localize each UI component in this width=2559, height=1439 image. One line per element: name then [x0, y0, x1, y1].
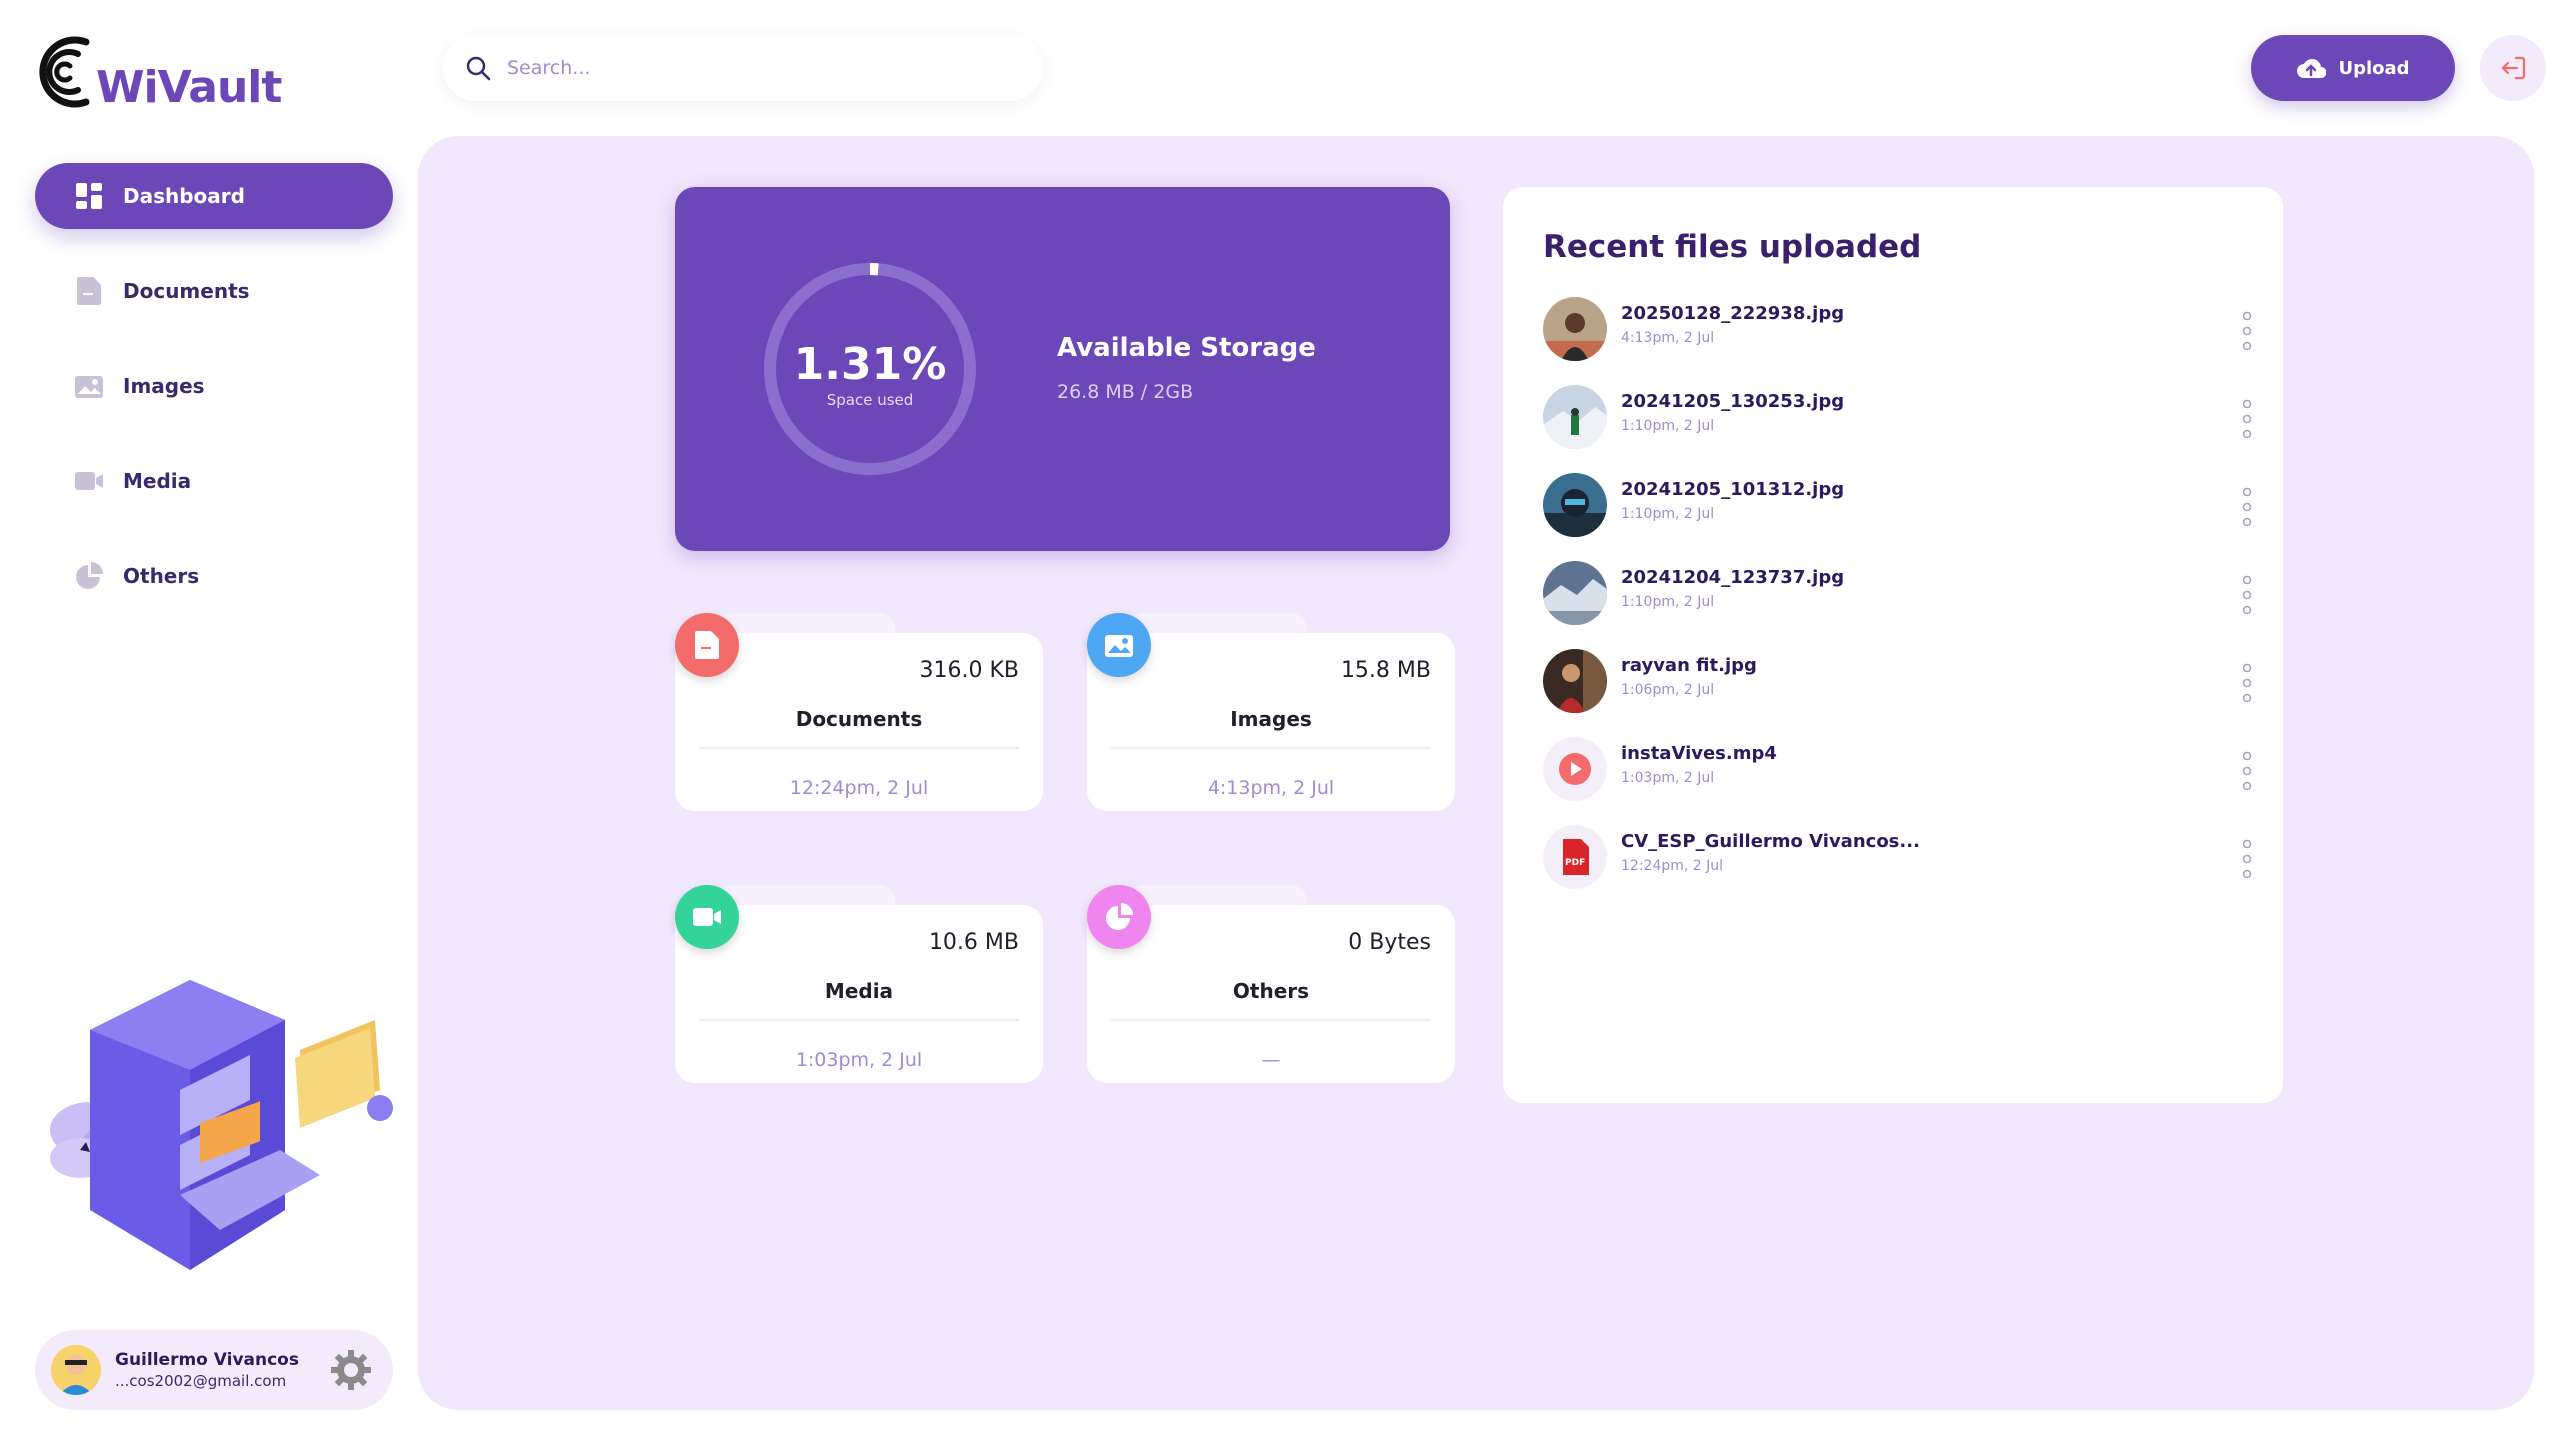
file-thumbnail: [1543, 649, 1607, 713]
category-size: 316.0 KB: [919, 658, 1020, 683]
sidebar-item-label: Media: [123, 469, 192, 493]
video-file-icon: [1543, 737, 1607, 801]
sidebar-item-dashboard[interactable]: Dashboard: [35, 163, 393, 229]
list-item[interactable]: rayvan fit.jpg 1:06pm, 2 Jul: [1543, 649, 2253, 737]
sidebar-item-label: Dashboard: [123, 184, 245, 208]
list-item[interactable]: 20241204_123737.jpg 1:10pm, 2 Jul: [1543, 561, 2253, 649]
more-options-icon[interactable]: [2241, 663, 2253, 703]
file-name: CV_ESP_Guillermo Vivancos...: [1621, 831, 1920, 852]
image-icon: [1087, 613, 1151, 677]
video-icon: [675, 885, 739, 949]
list-item[interactable]: 20250128_222938.jpg 4:13pm, 2 Jul: [1543, 297, 2253, 385]
document-icon: [75, 277, 103, 305]
file-date: 1:10pm, 2 Jul: [1621, 418, 1715, 434]
file-name: 20241205_101312.jpg: [1621, 479, 1845, 500]
dashboard-icon: [75, 182, 103, 210]
list-item[interactable]: PDF CV_ESP_Guillermo Vivancos... 12:24pm…: [1543, 825, 2253, 913]
file-name: rayvan fit.jpg: [1621, 655, 1757, 676]
logo-mark-icon: [39, 36, 90, 108]
category-label: Documents: [795, 707, 923, 731]
sidebar-item-media[interactable]: Media: [35, 448, 393, 514]
category-size: 0 Bytes: [1348, 930, 1431, 955]
pdf-file-icon: PDF: [1543, 825, 1607, 889]
storage-percent: 1.31%: [793, 339, 947, 390]
category-card-documents[interactable]: 316.0 KB Documents 12:24pm, 2 Jul: [675, 613, 1043, 811]
sidebar-item-documents[interactable]: Documents: [35, 258, 393, 324]
logo-text: WiVault: [96, 62, 282, 113]
file-date: 1:06pm, 2 Jul: [1621, 682, 1715, 698]
category-label: Media: [824, 979, 894, 1003]
category-label: Images: [1230, 707, 1312, 731]
logout-button[interactable]: [2480, 35, 2546, 101]
category-date: —: [1261, 1049, 1281, 1071]
storage-size: 26.8 MB / 2GB: [1057, 381, 1194, 403]
list-item[interactable]: 20241205_130253.jpg 1:10pm, 2 Jul: [1543, 385, 2253, 473]
recent-files-title: Recent files uploaded: [1543, 229, 1922, 265]
file-date: 1:03pm, 2 Jul: [1621, 770, 1715, 786]
category-card-media[interactable]: 10.6 MB Media 1:03pm, 2 Jul: [675, 885, 1043, 1083]
recent-files-panel: Recent files uploaded 20250128_222938.jp…: [1503, 187, 2283, 1103]
sidebar-item-label: Documents: [123, 279, 250, 303]
file-name: instaVives.mp4: [1621, 743, 1777, 764]
document-icon: [675, 613, 739, 677]
storage-card: 1.31% Space used Available Storage 26.8 …: [675, 187, 1450, 551]
more-options-icon[interactable]: [2241, 751, 2253, 791]
image-icon: [75, 372, 103, 400]
sidebar-item-label: Images: [123, 374, 205, 398]
pdf-badge: PDF: [1565, 858, 1585, 868]
category-date: 12:24pm, 2 Jul: [789, 777, 929, 799]
file-name: 20250128_222938.jpg: [1621, 303, 1845, 324]
category-card-others[interactable]: 0 Bytes Others —: [1087, 885, 1455, 1083]
upload-label: Upload: [2338, 57, 2410, 79]
category-label: Others: [1232, 979, 1310, 1003]
list-item[interactable]: 20241205_101312.jpg 1:10pm, 2 Jul: [1543, 473, 2253, 561]
upload-button[interactable]: Upload: [2251, 35, 2455, 101]
logo: WiVault: [38, 32, 282, 122]
logout-icon: [2501, 56, 2526, 80]
video-icon: [75, 467, 103, 495]
pie-icon: [1087, 885, 1151, 949]
more-options-icon[interactable]: [2241, 311, 2253, 351]
file-name: 20241204_123737.jpg: [1621, 567, 1845, 588]
user-name: Guillermo Vivancos: [115, 1350, 299, 1370]
list-item[interactable]: instaVives.mp4 1:03pm, 2 Jul: [1543, 737, 2253, 825]
sidebar-nav: Dashboard Documents Images Media Others: [35, 163, 393, 638]
storage-sub-label: Space used: [826, 391, 914, 409]
more-options-icon[interactable]: [2241, 839, 2253, 879]
file-thumbnail: [1543, 385, 1607, 449]
file-date: 1:10pm, 2 Jul: [1621, 594, 1715, 610]
file-date: 1:10pm, 2 Jul: [1621, 506, 1715, 522]
more-options-icon[interactable]: [2241, 399, 2253, 439]
more-options-icon[interactable]: [2241, 487, 2253, 527]
category-date: 1:03pm, 2 Jul: [795, 1049, 923, 1071]
file-thumbnail: [1543, 297, 1607, 361]
category-size: 10.6 MB: [928, 930, 1019, 955]
file-thumbnail: [1543, 561, 1607, 625]
file-date: 12:24pm, 2 Jul: [1621, 858, 1724, 874]
user-profile-card[interactable]: Guillermo Vivancos ...cos2002@gmail.com: [35, 1330, 393, 1410]
file-thumbnail: [1543, 473, 1607, 537]
category-date: 4:13pm, 2 Jul: [1207, 777, 1335, 799]
sidebar-item-label: Others: [123, 564, 200, 588]
search-bar[interactable]: [443, 35, 1043, 101]
user-email: ...cos2002@gmail.com: [115, 1372, 287, 1390]
sidebar-item-images[interactable]: Images: [35, 353, 393, 419]
category-size: 15.8 MB: [1340, 658, 1431, 683]
sidebar-item-others[interactable]: Others: [35, 543, 393, 609]
pie-icon: [75, 562, 103, 590]
gear-icon[interactable]: [329, 1348, 373, 1392]
storage-title: Available Storage: [1057, 333, 1316, 363]
avatar: [51, 1345, 101, 1395]
cloud-upload-icon: [2297, 59, 2327, 78]
search-input[interactable]: [505, 56, 989, 80]
search-icon: [466, 56, 491, 81]
file-date: 4:13pm, 2 Jul: [1621, 330, 1715, 346]
file-cabinet-illustration: [50, 980, 393, 1270]
more-options-icon[interactable]: [2241, 575, 2253, 615]
file-name: 20241205_130253.jpg: [1621, 391, 1845, 412]
category-card-images[interactable]: 15.8 MB Images 4:13pm, 2 Jul: [1087, 613, 1455, 811]
